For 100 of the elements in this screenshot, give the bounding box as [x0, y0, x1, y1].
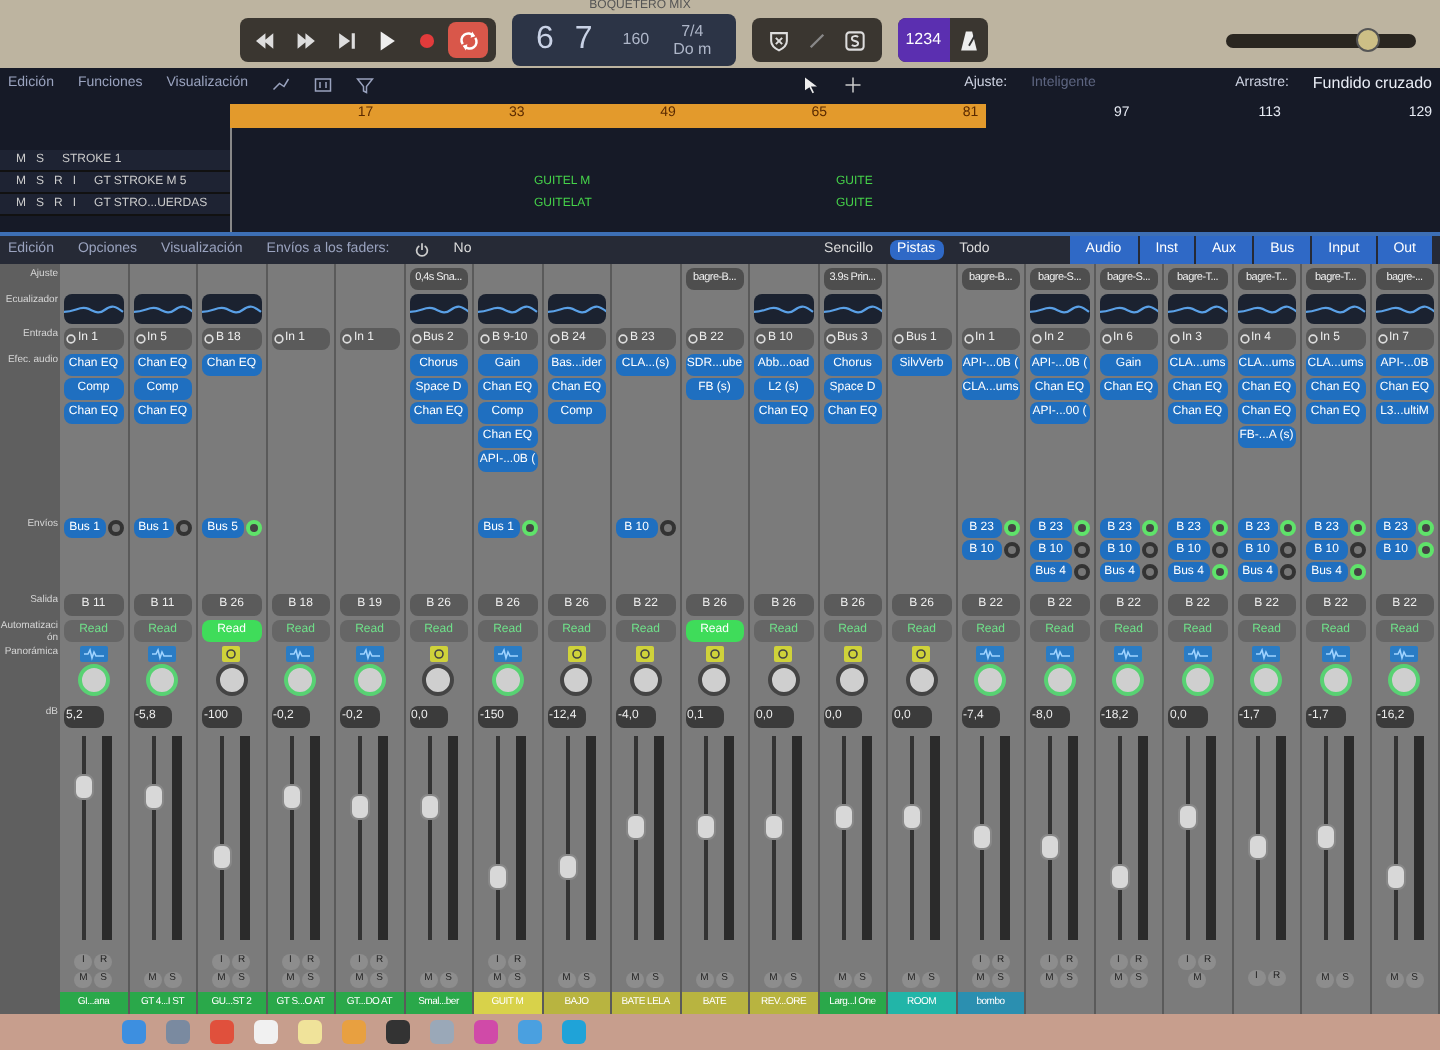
fader-thumb[interactable] — [764, 813, 785, 840]
volume-fader[interactable] — [695, 736, 716, 940]
send-knob[interactable] — [1280, 564, 1296, 580]
waveform-icon[interactable] — [355, 646, 384, 662]
fader-thumb[interactable] — [626, 813, 647, 840]
fader-thumb[interactable] — [281, 783, 302, 810]
eq-display[interactable] — [1306, 294, 1365, 324]
eq-display[interactable] — [1375, 294, 1434, 324]
volume-fader[interactable] — [764, 736, 785, 940]
fader-thumb[interactable] — [1178, 803, 1199, 830]
shield-icon[interactable] — [767, 29, 790, 51]
pan-knob[interactable] — [215, 664, 248, 696]
volume-fader[interactable] — [626, 736, 647, 940]
volume-fader[interactable] — [281, 736, 302, 940]
marquee-tool-icon[interactable] — [844, 75, 862, 93]
pan-knob[interactable] — [353, 664, 386, 696]
eq-display[interactable] — [1099, 294, 1158, 324]
pan-knob[interactable] — [905, 664, 938, 696]
drag-dropdown[interactable]: Fundido cruzado — [1312, 72, 1432, 96]
automation-tool-icon[interactable] — [272, 75, 290, 93]
eq-display[interactable] — [1237, 294, 1296, 324]
pan-knob[interactable] — [560, 664, 593, 696]
waveform-icon[interactable] — [148, 646, 177, 662]
fader-thumb[interactable] — [1109, 864, 1130, 891]
send-knob[interactable] — [1142, 542, 1158, 558]
volume-fader[interactable] — [350, 736, 371, 940]
fader-thumb[interactable] — [419, 793, 440, 820]
waveform-icon[interactable] — [286, 646, 315, 662]
fader-thumb[interactable] — [212, 844, 233, 871]
send-knob[interactable] — [176, 520, 192, 536]
pan-knob[interactable] — [767, 664, 800, 696]
fader-thumb[interactable] — [143, 783, 164, 810]
pan-knob[interactable] — [146, 664, 179, 696]
fader-thumb[interactable] — [695, 813, 716, 840]
pan-knob[interactable] — [284, 664, 317, 696]
waveform-icon[interactable] — [493, 646, 522, 662]
volume-fader[interactable] — [1247, 736, 1268, 940]
volume-fader[interactable] — [1178, 736, 1199, 940]
pan-knob[interactable] — [836, 664, 869, 696]
volume-fader[interactable] — [212, 736, 233, 940]
cycle-button[interactable] — [448, 22, 488, 58]
count-in-button[interactable]: 1234 — [897, 18, 950, 62]
volume-fader[interactable] — [143, 736, 164, 940]
waveform-icon[interactable] — [1390, 646, 1419, 662]
eq-display[interactable] — [1030, 294, 1089, 324]
waveform-icon[interactable] — [1045, 646, 1074, 662]
fader-thumb[interactable] — [557, 854, 578, 881]
fader-thumb[interactable] — [1385, 864, 1406, 891]
eq-display[interactable] — [64, 294, 123, 324]
volume-fader[interactable] — [74, 736, 95, 940]
pencil-icon[interactable] — [805, 29, 828, 51]
send-knob[interactable] — [1211, 542, 1227, 558]
fader-thumb[interactable] — [350, 793, 371, 820]
eq-display[interactable] — [547, 294, 606, 324]
fader-thumb[interactable] — [902, 803, 923, 830]
pan-knob[interactable] — [1112, 664, 1145, 696]
pan-knob[interactable] — [629, 664, 662, 696]
fader-thumb[interactable] — [1040, 834, 1061, 861]
flex-view-icon[interactable] — [314, 75, 332, 93]
waveform-icon[interactable] — [976, 646, 1005, 662]
app-icon[interactable] — [384, 1018, 412, 1046]
eq-display[interactable] — [754, 294, 813, 324]
pan-knob[interactable] — [698, 664, 731, 696]
fader-thumb[interactable] — [971, 824, 992, 850]
volume-fader[interactable] — [1109, 736, 1130, 940]
eq-display[interactable] — [478, 294, 537, 324]
send-knob[interactable] — [1073, 542, 1089, 558]
waveform-icon[interactable] — [79, 646, 108, 662]
pan-knob[interactable] — [422, 664, 455, 696]
solo-icon[interactable] — [843, 29, 866, 51]
send-knob[interactable] — [659, 520, 675, 536]
volume-fader[interactable] — [419, 736, 440, 940]
send-knob[interactable] — [1142, 564, 1158, 580]
volume-fader[interactable] — [1316, 736, 1337, 940]
volume-fader[interactable] — [902, 736, 923, 940]
pan-knob[interactable] — [1388, 664, 1421, 696]
eq-display[interactable] — [823, 294, 882, 324]
pan-knob[interactable] — [1181, 664, 1214, 696]
send-knob[interactable] — [107, 520, 123, 536]
slider-thumb[interactable] — [1356, 27, 1381, 51]
volume-fader[interactable] — [833, 736, 854, 940]
volume-slider[interactable] — [1226, 33, 1416, 47]
pointer-tool-icon[interactable] — [802, 75, 820, 93]
fader-thumb[interactable] — [74, 773, 95, 799]
volume-fader[interactable] — [1385, 736, 1406, 940]
send-knob[interactable] — [1349, 542, 1365, 558]
pan-knob[interactable] — [974, 664, 1007, 696]
eq-display[interactable] — [1168, 294, 1227, 324]
waveform-icon[interactable] — [1252, 646, 1281, 662]
fader-thumb[interactable] — [488, 864, 509, 891]
volume-fader[interactable] — [488, 736, 509, 940]
fader-thumb[interactable] — [1247, 834, 1268, 861]
volume-fader[interactable] — [971, 736, 992, 940]
eq-display[interactable] — [409, 294, 468, 324]
pan-knob[interactable] — [491, 664, 524, 696]
pan-knob[interactable] — [1043, 664, 1076, 696]
send-knob[interactable] — [1073, 564, 1089, 580]
eq-display[interactable] — [133, 294, 192, 324]
send-knob[interactable] — [1280, 542, 1296, 558]
pan-knob[interactable] — [1319, 664, 1352, 696]
